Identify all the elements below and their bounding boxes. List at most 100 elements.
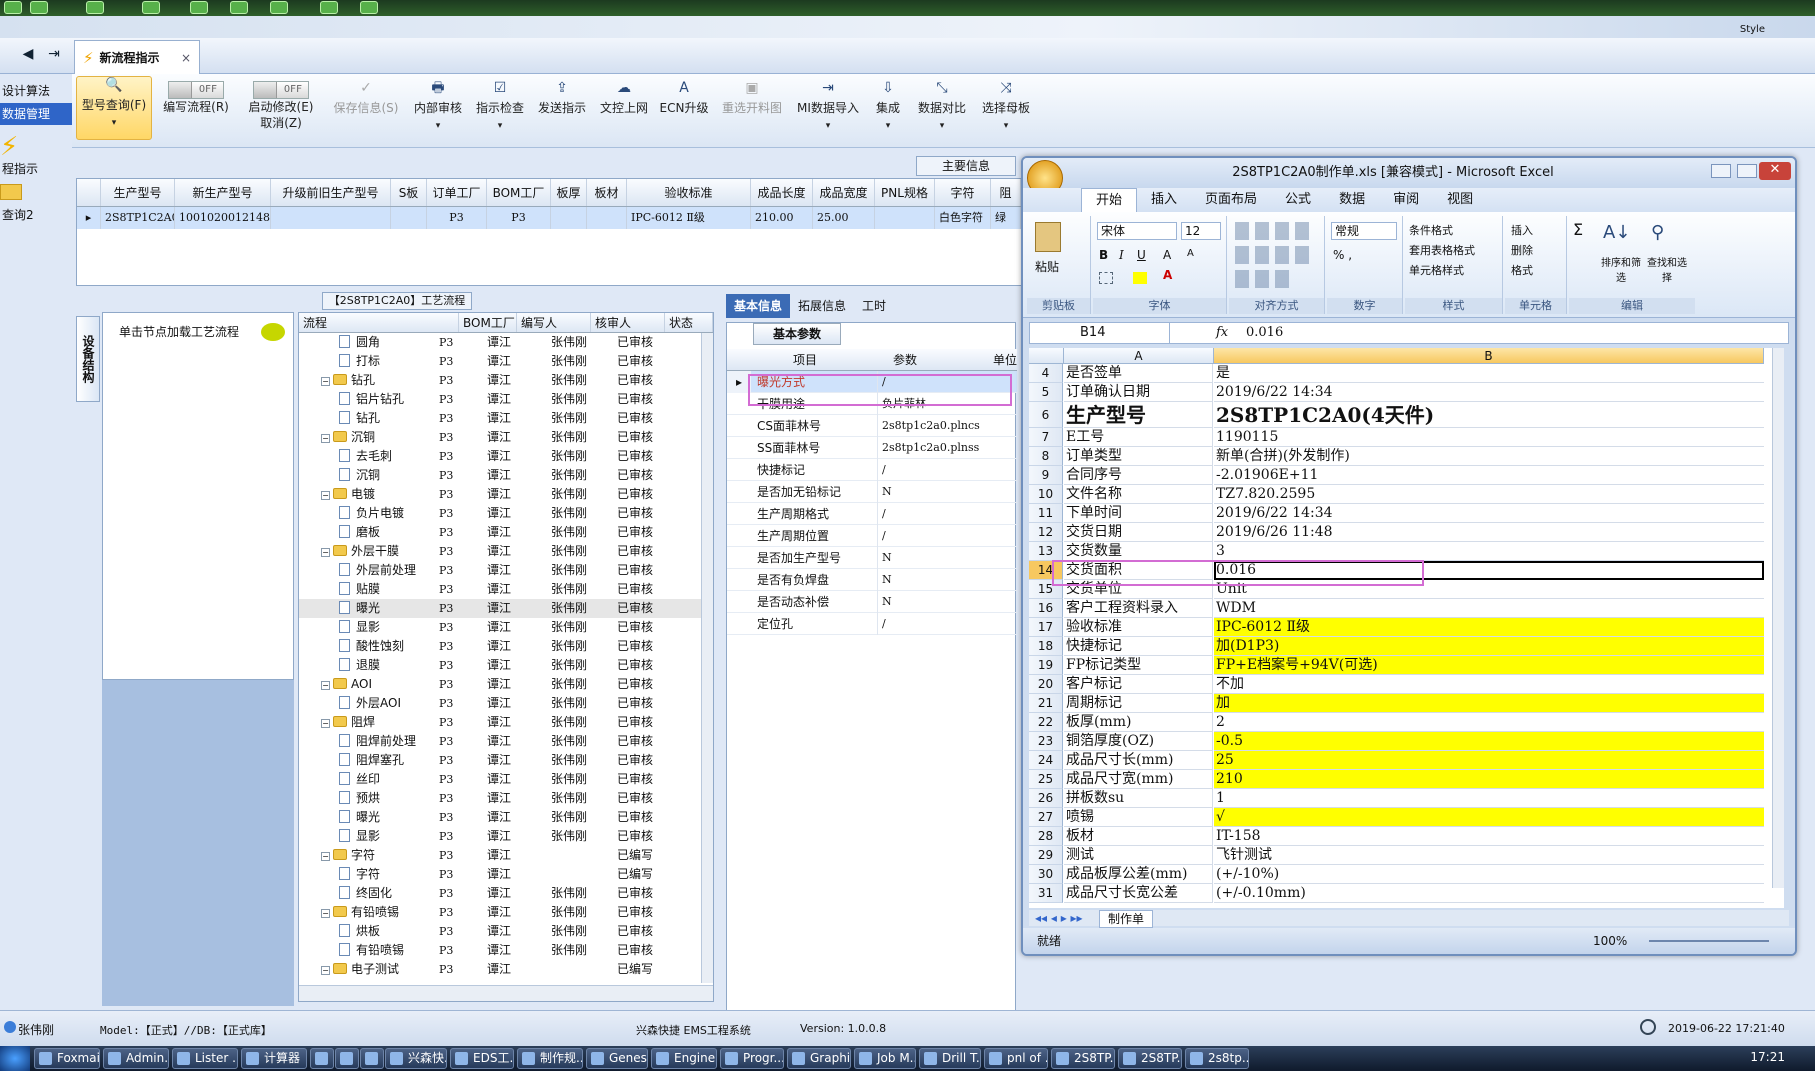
sheet-nav-icon[interactable]: ◂◂ ◂ ▸ ▸▸ <box>1035 910 1083 926</box>
tree-row[interactable]: 有铅喷锡 P3 谭江 张伟刚 已审核 <box>299 941 709 960</box>
row-number[interactable]: 4 <box>1029 364 1063 383</box>
collapse-icon[interactable]: − <box>321 491 330 500</box>
param-value[interactable]: N <box>877 569 987 591</box>
cell-a[interactable]: 下单时间 <box>1064 504 1213 523</box>
indent-icons[interactable] <box>1235 270 1295 288</box>
taskbar-item[interactable]: Admin... <box>103 1048 169 1069</box>
find-icon[interactable]: ⚲ <box>1651 222 1664 243</box>
integrate-button[interactable]: ⇩ 集成 ▾ <box>868 80 908 134</box>
data-compare-button[interactable]: ⤡ 数据对比 ▾ <box>912 80 972 134</box>
row-number[interactable]: 19 <box>1029 656 1063 675</box>
model-query-button[interactable]: 🔍 型号查询(F) ▾ <box>76 76 152 140</box>
quick-icon[interactable] <box>230 1 248 14</box>
param-row[interactable]: CS面菲林号 2s8tp1c2a0.plncs <box>727 415 1017 437</box>
cell-b[interactable]: 新单(合拼)(外发制作) <box>1214 447 1764 466</box>
row-number[interactable]: 16 <box>1029 599 1063 618</box>
row-number[interactable]: 8 <box>1029 447 1063 466</box>
close-icon[interactable]: × <box>181 51 191 65</box>
table-format-button[interactable]: 套用表格格式 <box>1409 242 1475 258</box>
column-header[interactable]: 项目 <box>793 349 817 371</box>
param-row[interactable]: 快捷标记 / <box>727 459 1017 481</box>
underline-icon[interactable]: U <box>1137 248 1146 262</box>
format-cells-button[interactable]: 格式 <box>1511 262 1533 278</box>
column-header-a[interactable]: A <box>1064 348 1214 364</box>
param-value[interactable]: 2s8tp1c2a0.plncs <box>877 415 987 437</box>
param-row[interactable]: 生产周期位置 / <box>727 525 1017 547</box>
taskbar-item[interactable]: 计算器 <box>241 1048 307 1069</box>
column-header-b[interactable]: B <box>1214 348 1764 364</box>
column-header[interactable]: 验收标准 <box>627 179 751 206</box>
sheet-row[interactable]: 23 铜箔厚度(OZ) -0.5 <box>1029 732 1784 751</box>
tree-row[interactable]: − 阻焊 P3 谭江 张伟刚 已审核 <box>299 713 709 732</box>
column-header[interactable]: 新生产型号 <box>175 179 271 206</box>
cell-a[interactable]: FP标记类型 <box>1064 656 1213 675</box>
align-icons[interactable] <box>1235 222 1315 240</box>
cell-a[interactable]: 客户标记 <box>1064 675 1213 694</box>
tree-row[interactable]: 预烘 P3 谭江 张伟刚 已审核 <box>299 789 709 808</box>
taskbar-item[interactable]: 兴森快... <box>385 1048 447 1069</box>
cell-b[interactable]: TZ7.820.2595 <box>1214 485 1764 504</box>
nav-item-algorithm[interactable]: 设计算法 <box>0 80 72 102</box>
cell-a[interactable]: 测试 <box>1064 846 1213 865</box>
sheet-row[interactable]: 12 交货日期 2019/6/26 11:48 <box>1029 523 1784 542</box>
row-number[interactable]: 10 <box>1029 485 1063 504</box>
tree-row[interactable]: 字符 P3 谭江 已编写 <box>299 865 709 884</box>
taskbar-item[interactable]: Graphi... <box>787 1048 851 1069</box>
row-number[interactable]: 30 <box>1029 865 1063 884</box>
sheet-row[interactable]: 16 客户工程资料录入 WDM <box>1029 599 1784 618</box>
collapse-icon[interactable]: − <box>321 719 330 728</box>
cell-b[interactable]: 加(D1P3) <box>1214 637 1764 656</box>
nav-item-query[interactable]: 查询2 <box>0 204 72 226</box>
italic-icon[interactable]: I <box>1119 248 1124 262</box>
tab-insert[interactable]: 插入 <box>1137 188 1191 212</box>
row-number[interactable]: 7 <box>1029 428 1063 447</box>
start-modify-toggle[interactable]: OFF 启动修改(E) 取消(Z) <box>240 80 322 131</box>
param-row[interactable]: 生产周期格式 / <box>727 503 1017 525</box>
style-label[interactable]: Style <box>1740 24 1765 35</box>
tab-equipment-structure[interactable]: 设备结构 <box>76 316 100 402</box>
sheet-row[interactable]: 31 成品尺寸长宽公差 (+/-0.10mm) <box>1029 884 1784 903</box>
param-row[interactable]: 是否加生产型号 N <box>727 547 1017 569</box>
sheet-row[interactable]: 11 下单时间 2019/6/22 14:34 <box>1029 504 1784 523</box>
param-row[interactable]: 定位孔 / <box>727 613 1017 635</box>
cell-b[interactable]: 25 <box>1214 751 1764 770</box>
cell-a[interactable]: 交货日期 <box>1064 523 1213 542</box>
cell-b[interactable]: 加 <box>1214 694 1764 713</box>
tree-row[interactable]: 终固化 P3 谭江 张伟刚 已审核 <box>299 884 709 903</box>
tree-row[interactable]: − 电子测试 P3 谭江 已编写 <box>299 960 709 979</box>
tree-row[interactable]: 退膜 P3 谭江 张伟刚 已审核 <box>299 656 709 675</box>
cell-a[interactable]: 成品尺寸长(mm) <box>1064 751 1213 770</box>
quick-icon[interactable] <box>270 1 288 14</box>
column-header[interactable]: 参数 <box>893 349 917 371</box>
font-name-select[interactable]: 宋体 <box>1097 222 1177 240</box>
sheet-row[interactable]: 7 E工号 1190115 <box>1029 428 1784 447</box>
cell-b[interactable]: FP+E档案号+94V(可选) <box>1214 656 1764 675</box>
quick-icon[interactable] <box>320 1 338 14</box>
taskbar-item[interactable] <box>360 1048 384 1069</box>
tab-view[interactable]: 视图 <box>1433 188 1487 212</box>
column-header[interactable]: 字符 <box>935 179 991 206</box>
row-number[interactable]: 18 <box>1029 637 1063 656</box>
nav-back-icon[interactable]: ◀ <box>18 44 38 64</box>
align-icons[interactable] <box>1235 246 1315 264</box>
cell-a[interactable]: 订单确认日期 <box>1064 383 1213 402</box>
document-online-button[interactable]: ☁ 文控上网 <box>594 80 654 116</box>
table-row[interactable]: ▸ 2S8TP1C2A0 10010200121483 P3 P3 IPC-60… <box>77 207 1115 229</box>
row-number[interactable]: 27 <box>1029 808 1063 827</box>
column-header[interactable]: BOM工厂 <box>459 313 517 332</box>
cell-a[interactable]: 是否签单 <box>1064 364 1213 383</box>
tree-row[interactable]: 酸性蚀刻 P3 谭江 张伟刚 已审核 <box>299 637 709 656</box>
taskbar-item[interactable] <box>335 1048 359 1069</box>
cell-a[interactable]: 验收标准 <box>1064 618 1213 637</box>
cell-a[interactable]: 合同序号 <box>1064 466 1213 485</box>
cell-a[interactable]: 成品尺寸长宽公差 <box>1064 884 1213 903</box>
cell-a[interactable]: 生产型号 <box>1064 402 1213 428</box>
row-number[interactable]: 11 <box>1029 504 1063 523</box>
cell-b[interactable]: 2S8TP1C2A0(4天件) <box>1214 402 1764 428</box>
tree-row[interactable]: 贴膜 P3 谭江 张伟刚 已审核 <box>299 580 709 599</box>
fill-color-icon[interactable] <box>1133 272 1147 284</box>
cell-b[interactable]: IT-158 <box>1214 827 1764 846</box>
taskbar-item[interactable]: 2s8tp... <box>1185 1048 1249 1069</box>
tree-row[interactable]: − 有铅喷锡 P3 谭江 张伟刚 已审核 <box>299 903 709 922</box>
insert-cells-button[interactable]: 插入 <box>1511 222 1533 238</box>
